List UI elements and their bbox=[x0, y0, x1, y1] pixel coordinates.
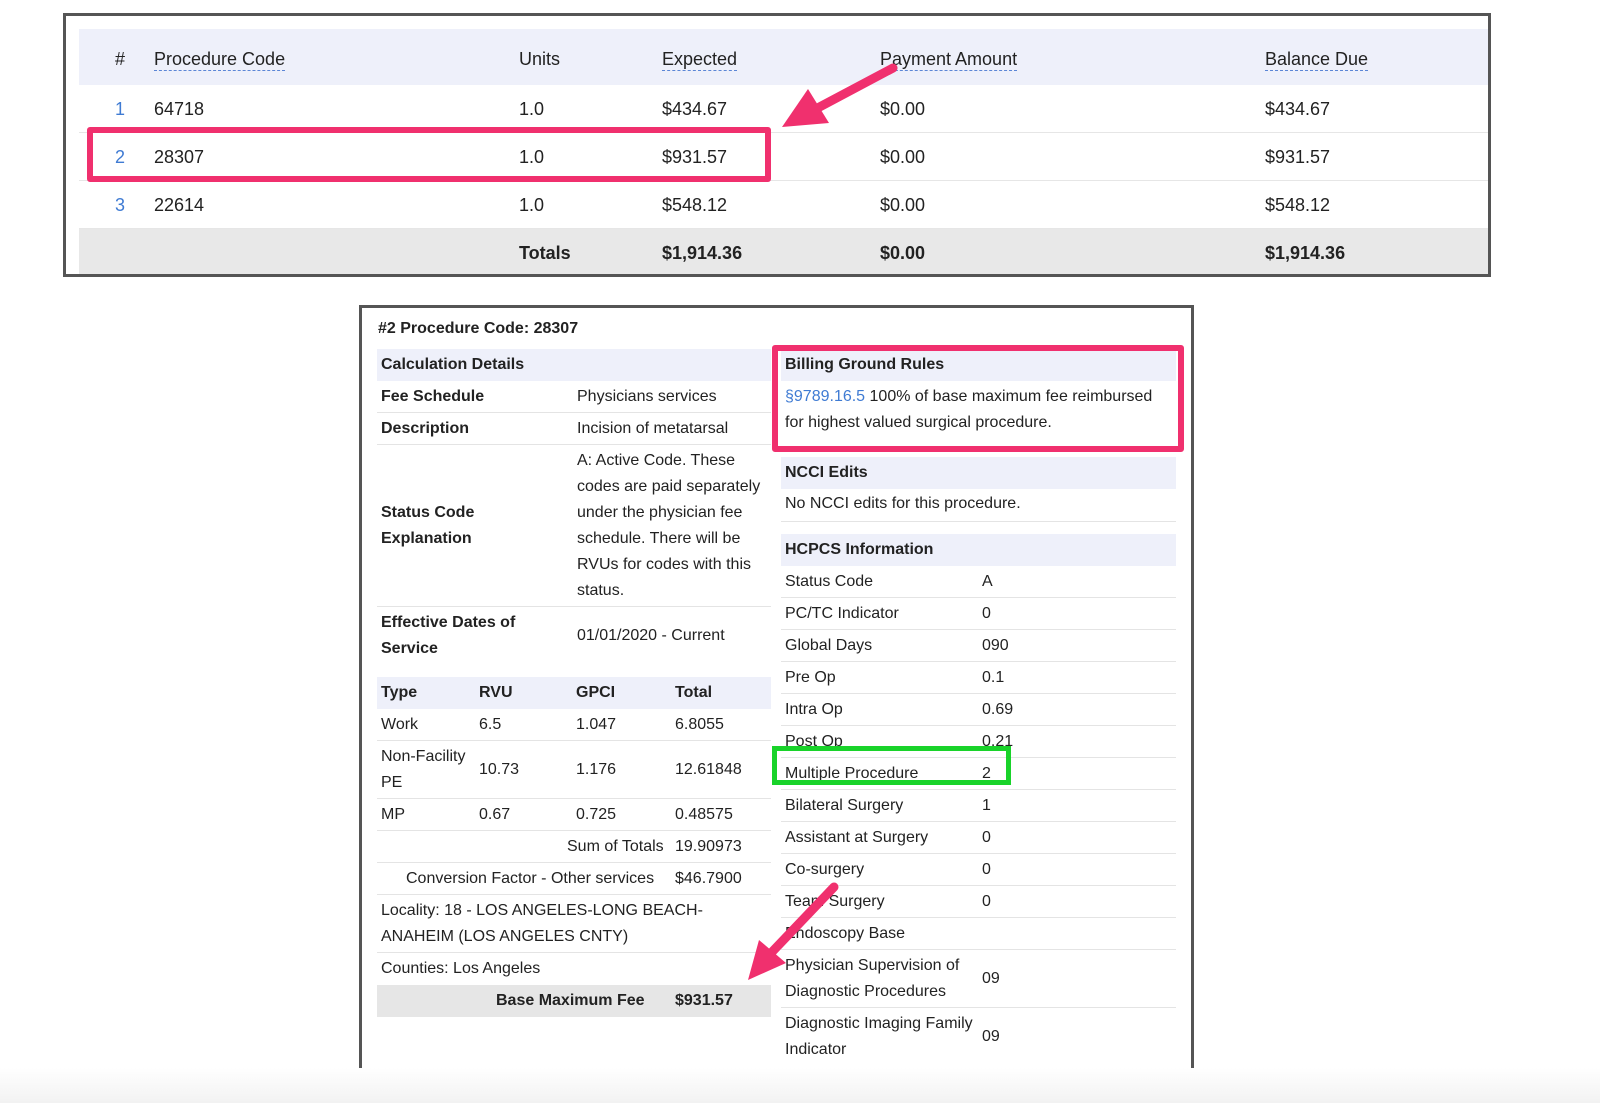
page-bottom-edge bbox=[0, 1068, 1600, 1103]
annotation-arrows bbox=[748, 63, 898, 980]
arrow-to-expected-icon bbox=[782, 63, 898, 127]
arrow-to-base-fee-icon bbox=[748, 882, 839, 980]
